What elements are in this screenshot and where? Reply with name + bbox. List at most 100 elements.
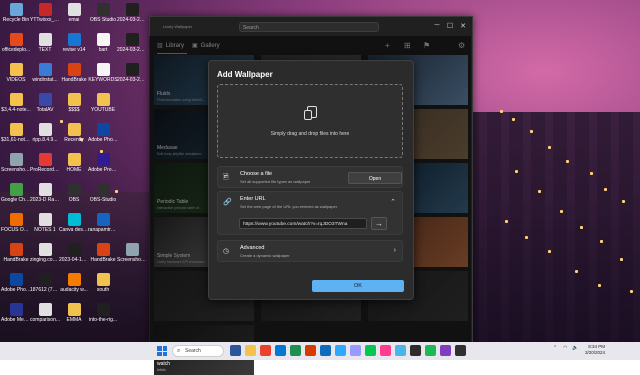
desktop-icon[interactable]: ripp.8.4.9... — [30, 123, 60, 143]
desktop-icon[interactable]: $3,4.4-note... — [1, 93, 31, 113]
desktop-icon-label: YOUTUBE — [90, 107, 116, 113]
taskbar-app-icon[interactable] — [410, 345, 421, 356]
desktop-icon[interactable]: 187612 (720p) — [30, 273, 60, 293]
building-window-light — [548, 250, 551, 253]
building-window-light — [530, 130, 533, 133]
taskbar-app-icon[interactable] — [440, 345, 451, 356]
taskbar-app-icon[interactable] — [365, 345, 376, 356]
desktop-icon[interactable]: Canva design — [59, 213, 89, 233]
taskbar-search[interactable]: ⌕ Search — [172, 345, 224, 357]
desktop-icon[interactable]: emai — [59, 3, 89, 23]
desktop-icon[interactable] — [117, 273, 147, 287]
desktop-icon[interactable] — [117, 303, 147, 317]
taskbar-app-icon[interactable] — [230, 345, 241, 356]
tray-chevron-icon[interactable]: ⌃ — [553, 345, 557, 351]
file-drop-zone[interactable]: Simply drag and drop files into here — [217, 84, 403, 158]
desktop-icon[interactable]: 2024-03-20 18-46-44 — [117, 33, 147, 53]
desktop-icon[interactable]: zinging.com av_arrow... — [30, 243, 60, 263]
desktop-icon-image — [9, 3, 23, 16]
taskbar-app-icon[interactable] — [305, 345, 316, 356]
desktop-icon[interactable] — [117, 93, 147, 107]
desktop-icon-label: YTTwixxx_el... — [30, 17, 60, 23]
desktop-icon[interactable]: Screenshot 2024-03-22... — [1, 153, 31, 173]
desktop-icon-image — [126, 153, 139, 166]
maximize-button[interactable]: ☐ — [444, 22, 456, 30]
search-input[interactable]: Search — [239, 22, 379, 32]
desktop-icon[interactable]: 2023-D Ravilatio... — [30, 183, 60, 203]
taskbar-app-icon[interactable] — [425, 345, 436, 356]
desktop-icon[interactable]: 2024-03-20 18-46-44 — [117, 3, 147, 23]
desktop-icon[interactable]: OBS — [59, 183, 89, 203]
desktop-icon-image — [9, 183, 23, 196]
desktop-icon[interactable]: OBS Studio — [88, 3, 118, 23]
desktop-icon[interactable] — [117, 213, 147, 227]
url-submit-arrow-icon[interactable]: → — [371, 217, 387, 230]
advanced-row[interactable]: ◷ Advanced Create a dynamic wallpaper › — [217, 240, 403, 262]
desktop-icon[interactable]: bart — [88, 33, 118, 53]
desktop-icon[interactable]: OBS-Studio — [88, 183, 118, 203]
desktop-icon[interactable]: Recently — [59, 123, 89, 143]
desktop-icon[interactable]: Adobe Photosho... — [1, 273, 31, 293]
ok-button[interactable]: OK — [312, 280, 404, 292]
desktop-icon[interactable]: audacity w... — [59, 273, 89, 293]
close-button[interactable]: ✕ — [457, 22, 469, 30]
taskbar-app-icon[interactable] — [395, 345, 406, 356]
desktop-icon[interactable]: Adobe Media Encoder 20... — [1, 303, 31, 323]
desktop-icon[interactable]: comparison... — [30, 303, 60, 323]
desktop-icon[interactable]: Google Chrome — [1, 183, 31, 203]
chevron-up-icon[interactable]: ⌃ — [390, 198, 396, 206]
desktop-icon-image — [67, 123, 81, 136]
desktop-icon[interactable]: Adobe Photosho... — [88, 123, 118, 143]
taskbar-app-icon[interactable] — [245, 345, 256, 356]
desktop-icon[interactable]: KEYWORDS — [88, 63, 118, 83]
volume-icon[interactable]: 🔈 — [572, 345, 578, 351]
taskbar: ⌕ Search ⌃ ◠ 🔈 8:34 PM 3/20/2024 — [0, 342, 640, 360]
desktop-icon[interactable]: FOCUS ON AUDIENCE... — [1, 213, 31, 233]
desktop-icon[interactable]: TEXT — [30, 33, 60, 53]
minimize-button[interactable]: ─ — [431, 22, 443, 29]
wifi-icon[interactable]: ◠ — [563, 345, 567, 351]
desktop-icon[interactable]: HandBrake — [1, 243, 31, 263]
desktop-icon[interactable]: ProRecorde... — [30, 153, 60, 173]
desktop-icon[interactable]: revise v14 — [59, 33, 89, 53]
desktop-icon-image — [9, 63, 23, 76]
desktop-icon[interactable]: Recycle Bin — [1, 3, 31, 23]
desktop-icon[interactable]: windirstat... — [30, 63, 60, 83]
desktop-icon[interactable]: into-the-rig... — [88, 303, 118, 323]
desktop-icon[interactable]: HandBrake — [59, 63, 89, 83]
taskbar-app-icon[interactable] — [290, 345, 301, 356]
desktop-icon[interactable]: 2024-03-20 20-12-15 — [117, 63, 147, 83]
desktop-icon[interactable] — [117, 123, 147, 137]
clock[interactable]: 8:34 PM 3/20/2024 — [585, 344, 605, 356]
taskbar-app-icon[interactable] — [275, 345, 286, 356]
desktop-icon[interactable]: $31,61-note... — [1, 123, 31, 143]
desktop-icon[interactable]: YTTwixxx_el... — [30, 3, 60, 23]
taskbar-app-icon[interactable] — [350, 345, 361, 356]
desktop-icon[interactable]: HandBrake — [88, 243, 118, 263]
desktop-icon[interactable] — [117, 183, 147, 197]
desktop-icon[interactable]: NOTES 1 — [30, 213, 60, 233]
desktop-icon[interactable]: TotalAV — [30, 93, 60, 113]
taskbar-app-icon[interactable] — [335, 345, 346, 356]
building-window-light — [525, 236, 528, 239]
desktop-icon[interactable]: 2023-04-19 av_arrow... — [59, 243, 89, 263]
desktop-icon[interactable]: officedeplo... — [1, 33, 31, 53]
open-file-button[interactable]: Open — [348, 172, 402, 184]
desktop-icon[interactable]: VIDEOS — [1, 63, 31, 83]
taskbar-app-icon[interactable] — [320, 345, 331, 356]
taskbar-app-icon[interactable] — [260, 345, 271, 356]
desktop-icon[interactable] — [117, 153, 147, 167]
start-windows-icon[interactable] — [157, 346, 167, 356]
desktop-icon[interactable]: YOUTUBE — [88, 93, 118, 113]
desktop-icon[interactable]: EMMA — [59, 303, 89, 323]
taskbar-app-icon[interactable] — [455, 345, 466, 356]
desktop-icon[interactable]: $$$$ — [59, 93, 89, 113]
desktop-icon[interactable]: ranapamtrk.psd — [88, 213, 118, 233]
desktop-icon[interactable]: Screenshot 2023-09... — [117, 243, 147, 263]
desktop-icon[interactable]: Adobe Premiere P... — [88, 153, 118, 173]
desktop-icon[interactable]: south — [88, 273, 118, 293]
url-input[interactable]: https://www.youtube.com/watch?v=rqJDO3TW… — [239, 218, 367, 229]
desktop-icon-image — [96, 3, 110, 16]
desktop-icon[interactable]: HOME — [59, 153, 89, 173]
taskbar-app-icon[interactable] — [380, 345, 391, 356]
